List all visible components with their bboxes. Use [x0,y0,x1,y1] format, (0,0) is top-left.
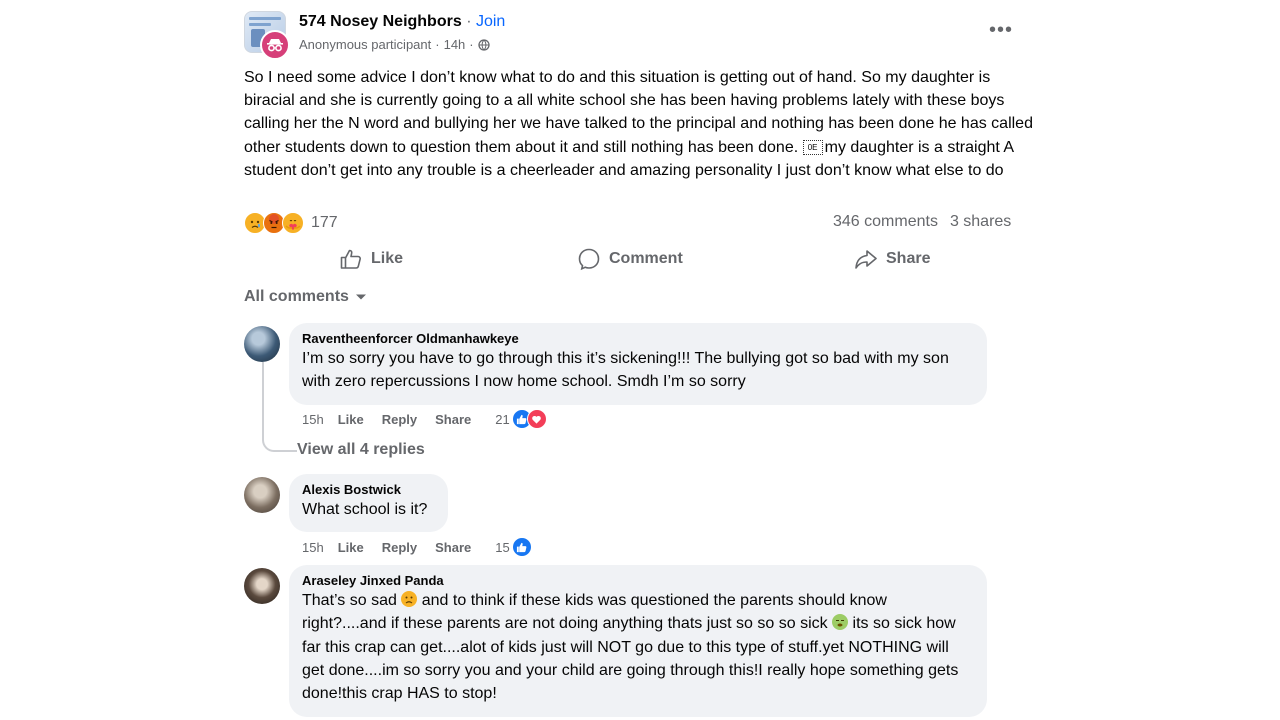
comment-bubble: Alexis Bostwick What school is it? [289,474,448,532]
comment-text: That’s so sad and to think if these kids… [302,589,973,705]
comments-filter-dropdown[interactable]: All comments [244,288,367,306]
comment-like-button[interactable]: Like [338,540,364,555]
comment-timestamp[interactable]: 15h [302,412,324,427]
view-replies-link[interactable]: View all 4 replies [297,441,425,459]
comment-like-button[interactable]: Like [338,412,364,427]
globe-icon [477,38,490,51]
post-header-title: 574 Nosey Neighbors · Join [299,13,505,31]
commenter-name[interactable]: Raventheenforcer Oldmanhawkeye [302,331,973,347]
love-reaction-icon [526,409,547,429]
commenter-avatar[interactable] [244,326,280,362]
like-reaction-icon [511,537,532,557]
share-button[interactable]: Share [854,246,930,272]
post-subtitle: Anonymous participant · 14h · [299,37,490,52]
separator: · [466,13,472,30]
comment-text: What school is it? [302,501,428,518]
comment-button[interactable]: Comment [577,246,683,272]
comment-reply-button[interactable]: Reply [382,412,417,427]
comment-actions: 15h Like Reply Share 21 [302,409,547,429]
like-button-label: Like [371,250,404,267]
comments-count-link[interactable]: 346 comments [833,213,938,230]
comment-text: I’m so sorry you have to go through this… [302,350,949,391]
comment-button-label: Comment [609,250,683,267]
commenter-name[interactable]: Araseley Jinxed Panda [302,573,973,589]
care-reaction-icon [282,212,304,234]
comment-bubble-icon [578,248,600,271]
share-button-label: Share [886,250,931,267]
comment-actions: 15h Like Reply Share 15 [302,537,532,557]
comment-text-part-1: That’s so sad [302,592,402,609]
post-reactions[interactable]: 177 [244,212,338,234]
separator: · [469,37,474,52]
post-author: Anonymous participant [299,37,432,52]
thumbs-up-icon [340,249,361,269]
comment-timestamp[interactable]: 15h [302,540,324,555]
separator: · [435,37,440,52]
unrendered-emoji-glyph: 0E [802,139,823,155]
caret-down-icon [355,294,366,300]
shares-count-link[interactable]: 3 shares [950,213,1011,230]
sick-face-emoji-icon [832,614,849,631]
comment-bubble: Araseley Jinxed Panda That’s so sad and … [289,565,987,717]
comments-filter-label: All comments [244,288,349,305]
comment-reaction-count[interactable]: 21 [495,412,509,427]
group-name-link[interactable]: 574 Nosey Neighbors [299,13,462,30]
comment-share-button[interactable]: Share [435,412,471,427]
share-arrow-icon [855,250,877,269]
comment-reaction-count[interactable]: 15 [495,540,509,555]
anonymous-participant-avatar[interactable] [260,30,290,60]
commenter-name[interactable]: Alexis Bostwick [302,482,434,498]
comment-share-button[interactable]: Share [435,540,471,555]
join-group-link[interactable]: Join [476,13,505,30]
post-stats: 346 comments 3 shares [833,213,1011,231]
more-options-button[interactable]: ••• [984,20,1018,44]
post-body: So I need some advice I don’t know what … [244,66,1034,182]
comment-bubble: Raventheenforcer Oldmanhawkeye I’m so so… [289,323,987,405]
sad-face-emoji-icon [401,591,418,607]
commenter-avatar[interactable] [244,568,280,604]
anonymous-icon [267,39,283,52]
commenter-avatar[interactable] [244,477,280,513]
reaction-count[interactable]: 177 [311,214,338,232]
post-timestamp[interactable]: 14h [444,37,466,52]
comment-reply-button[interactable]: Reply [382,540,417,555]
like-button[interactable]: Like [339,246,403,272]
